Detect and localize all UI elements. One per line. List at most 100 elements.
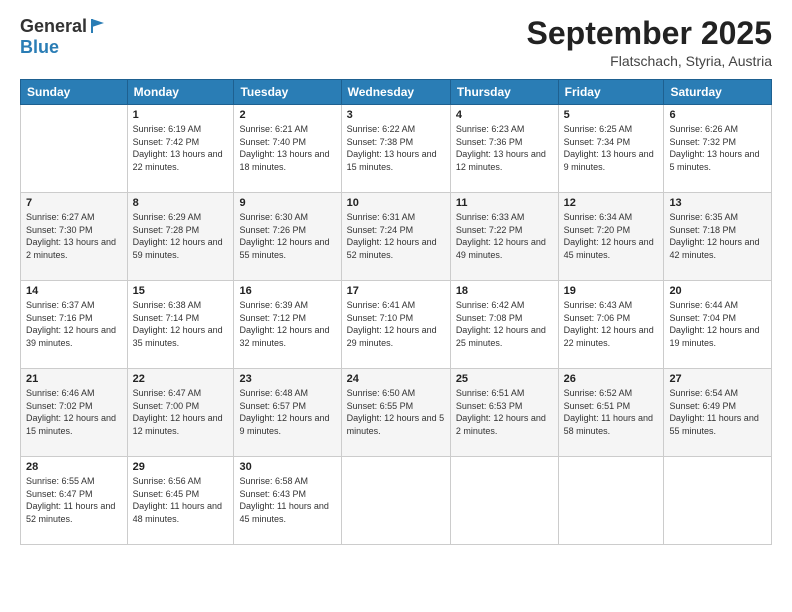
sunrise-text: Sunrise: 6:29 AM	[133, 211, 229, 224]
day-info: Sunrise: 6:29 AMSunset: 7:28 PMDaylight:…	[133, 211, 229, 261]
calendar-week-row: 7Sunrise: 6:27 AMSunset: 7:30 PMDaylight…	[21, 193, 772, 281]
sunrise-text: Sunrise: 6:42 AM	[456, 299, 553, 312]
sunset-text: Sunset: 6:55 PM	[347, 400, 445, 413]
sunset-text: Sunset: 7:10 PM	[347, 312, 445, 325]
sunrise-text: Sunrise: 6:50 AM	[347, 387, 445, 400]
table-row: 9Sunrise: 6:30 AMSunset: 7:26 PMDaylight…	[234, 193, 341, 281]
sunrise-text: Sunrise: 6:44 AM	[669, 299, 766, 312]
day-info: Sunrise: 6:47 AMSunset: 7:00 PMDaylight:…	[133, 387, 229, 437]
table-row: 6Sunrise: 6:26 AMSunset: 7:32 PMDaylight…	[664, 105, 772, 193]
sunset-text: Sunset: 7:20 PM	[564, 224, 659, 237]
calendar-week-row: 21Sunrise: 6:46 AMSunset: 7:02 PMDayligh…	[21, 369, 772, 457]
day-info: Sunrise: 6:54 AMSunset: 6:49 PMDaylight:…	[669, 387, 766, 437]
table-row	[341, 457, 450, 545]
col-saturday: Saturday	[664, 80, 772, 105]
daylight-text: Daylight: 13 hours and 12 minutes.	[456, 148, 553, 173]
day-number: 7	[26, 197, 122, 209]
day-number: 19	[564, 285, 659, 297]
table-row: 16Sunrise: 6:39 AMSunset: 7:12 PMDayligh…	[234, 281, 341, 369]
table-row: 25 Sunrise: 6:51 AMSunset: 6:53 PMDayligh…	[450, 369, 558, 457]
day-number: 10	[347, 197, 445, 209]
day-info: Sunrise: 6:51 AMSunset: 6:53 PMDaylight:…	[456, 387, 553, 437]
sunset-text: Sunset: 7:28 PM	[133, 224, 229, 237]
day-info: Sunrise: 6:22 AMSunset: 7:38 PMDaylight:…	[347, 123, 445, 173]
day-number: 5	[564, 109, 659, 121]
day-number: 30	[239, 461, 335, 473]
day-number: 23	[239, 373, 335, 385]
sunset-text: Sunset: 6:49 PM	[669, 400, 766, 413]
sunrise-text: Sunrise: 6:43 AM	[564, 299, 659, 312]
sunrise-text: Sunrise: 6:35 AM	[669, 211, 766, 224]
day-info: Sunrise: 6:38 AMSunset: 7:14 PMDaylight:…	[133, 299, 229, 349]
sunset-text: Sunset: 7:36 PM	[456, 136, 553, 149]
day-info: Sunrise: 6:41 AMSunset: 7:10 PMDaylight:…	[347, 299, 445, 349]
sunset-text: Sunset: 6:53 PM	[456, 400, 553, 413]
calendar-week-row: 28 Sunrise: 6:55 AMSunset: 6:47 PMDayligh…	[21, 457, 772, 545]
daylight-text: Daylight: 12 hours and 42 minutes.	[669, 236, 766, 261]
day-number: 28	[26, 461, 122, 473]
day-number: 3	[347, 109, 445, 121]
day-info: Sunrise: 6:26 AMSunset: 7:32 PMDaylight:…	[669, 123, 766, 173]
col-tuesday: Tuesday	[234, 80, 341, 105]
table-row: 8Sunrise: 6:29 AMSunset: 7:28 PMDaylight…	[127, 193, 234, 281]
sunrise-text: Sunrise: 6:51 AM	[456, 387, 553, 400]
daylight-text: Daylight: 12 hours and 59 minutes.	[133, 236, 229, 261]
col-wednesday: Wednesday	[341, 80, 450, 105]
day-info: Sunrise: 6:21 AMSunset: 7:40 PMDaylight:…	[239, 123, 335, 173]
daylight-text: Daylight: 11 hours and 58 minutes.	[564, 412, 659, 437]
day-info: Sunrise: 6:35 AMSunset: 7:18 PMDaylight:…	[669, 211, 766, 261]
sunrise-text: Sunrise: 6:26 AM	[669, 123, 766, 136]
table-row: 17Sunrise: 6:41 AMSunset: 7:10 PMDayligh…	[341, 281, 450, 369]
sunset-text: Sunset: 7:12 PM	[239, 312, 335, 325]
day-number: 25	[456, 373, 553, 385]
table-row: 20Sunrise: 6:44 AMSunset: 7:04 PMDayligh…	[664, 281, 772, 369]
day-number: 14	[26, 285, 122, 297]
sunset-text: Sunset: 6:47 PM	[26, 488, 122, 501]
day-number: 24	[347, 373, 445, 385]
sunrise-text: Sunrise: 6:58 AM	[239, 475, 335, 488]
daylight-text: Daylight: 13 hours and 22 minutes.	[133, 148, 229, 173]
table-row: 13Sunrise: 6:35 AMSunset: 7:18 PMDayligh…	[664, 193, 772, 281]
table-row: 3 Sunrise: 6:22 AMSunset: 7:38 PMDaylight…	[341, 105, 450, 193]
day-number: 29	[133, 461, 229, 473]
table-row: 22Sunrise: 6:47 AMSunset: 7:00 PMDayligh…	[127, 369, 234, 457]
sunrise-text: Sunrise: 6:34 AM	[564, 211, 659, 224]
logo: General Blue	[20, 16, 106, 58]
day-info: Sunrise: 6:50 AMSunset: 6:55 PMDaylight:…	[347, 387, 445, 437]
daylight-text: Daylight: 12 hours and 49 minutes.	[456, 236, 553, 261]
col-thursday: Thursday	[450, 80, 558, 105]
daylight-text: Daylight: 12 hours and 5 minutes.	[347, 412, 445, 437]
day-number: 1	[133, 109, 229, 121]
sunrise-text: Sunrise: 6:27 AM	[26, 211, 122, 224]
col-friday: Friday	[558, 80, 664, 105]
title-block: September 2025 Flatschach, Styria, Austr…	[527, 16, 772, 69]
day-info: Sunrise: 6:55 AMSunset: 6:47 PMDaylight:…	[26, 475, 122, 525]
sunset-text: Sunset: 7:40 PM	[239, 136, 335, 149]
sunset-text: Sunset: 6:43 PM	[239, 488, 335, 501]
logo-blue-text: Blue	[20, 37, 59, 57]
table-row: 29Sunrise: 6:56 AMSunset: 6:45 PMDayligh…	[127, 457, 234, 545]
sunset-text: Sunset: 7:38 PM	[347, 136, 445, 149]
sunset-text: Sunset: 7:16 PM	[26, 312, 122, 325]
daylight-text: Daylight: 13 hours and 18 minutes.	[239, 148, 335, 173]
table-row: 26Sunrise: 6:52 AMSunset: 6:51 PMDayligh…	[558, 369, 664, 457]
calendar-week-row: 14Sunrise: 6:37 AMSunset: 7:16 PMDayligh…	[21, 281, 772, 369]
daylight-text: Daylight: 11 hours and 52 minutes.	[26, 500, 122, 525]
day-info: Sunrise: 6:39 AMSunset: 7:12 PMDaylight:…	[239, 299, 335, 349]
sunrise-text: Sunrise: 6:19 AM	[133, 123, 229, 136]
day-info: Sunrise: 6:30 AMSunset: 7:26 PMDaylight:…	[239, 211, 335, 261]
table-row: 30Sunrise: 6:58 AMSunset: 6:43 PMDayligh…	[234, 457, 341, 545]
sunrise-text: Sunrise: 6:31 AM	[347, 211, 445, 224]
daylight-text: Daylight: 13 hours and 5 minutes.	[669, 148, 766, 173]
day-info: Sunrise: 6:23 AMSunset: 7:36 PMDaylight:…	[456, 123, 553, 173]
sunset-text: Sunset: 7:02 PM	[26, 400, 122, 413]
daylight-text: Daylight: 12 hours and 2 minutes.	[456, 412, 553, 437]
day-info: Sunrise: 6:19 AMSunset: 7:42 PMDaylight:…	[133, 123, 229, 173]
day-info: Sunrise: 6:27 AMSunset: 7:30 PMDaylight:…	[26, 211, 122, 261]
daylight-text: Daylight: 12 hours and 39 minutes.	[26, 324, 122, 349]
day-number: 20	[669, 285, 766, 297]
table-row	[558, 457, 664, 545]
sunset-text: Sunset: 7:30 PM	[26, 224, 122, 237]
day-info: Sunrise: 6:42 AMSunset: 7:08 PMDaylight:…	[456, 299, 553, 349]
sunrise-text: Sunrise: 6:55 AM	[26, 475, 122, 488]
